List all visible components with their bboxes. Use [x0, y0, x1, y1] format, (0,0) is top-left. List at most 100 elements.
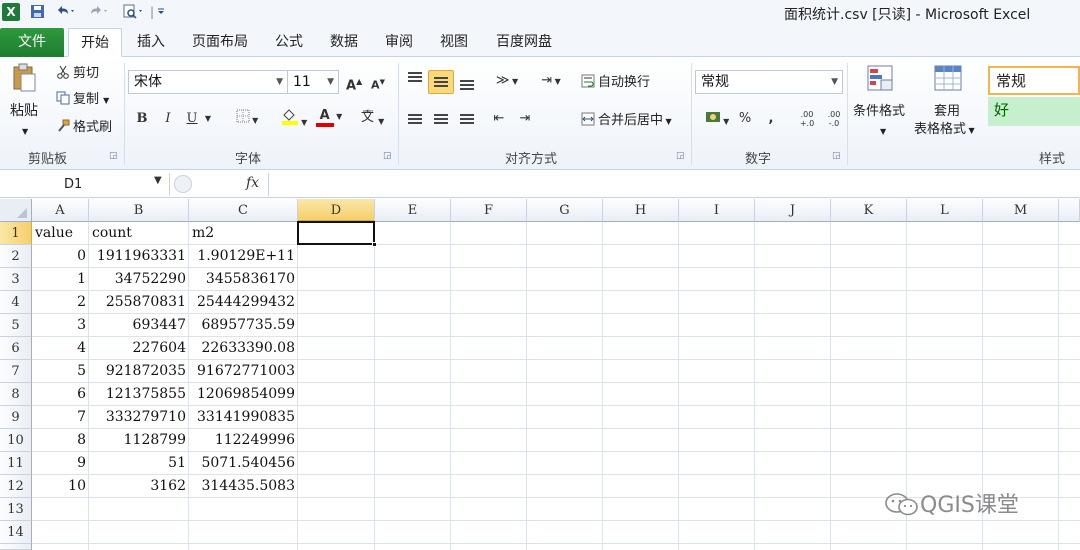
increase-decimal-button[interactable]: .00 +.0 [795, 110, 819, 128]
tab-baidu-netdisk[interactable]: 百度网盘 [488, 28, 560, 57]
tab-view[interactable]: 视图 [431, 28, 477, 57]
table-cell[interactable]: 2 [32, 291, 89, 313]
row-header[interactable]: 8 [0, 383, 32, 406]
chevron-down-icon[interactable]: ▼ [154, 175, 162, 186]
grow-font-button[interactable]: A▲ [346, 73, 362, 95]
align-bottom-button[interactable] [456, 70, 478, 94]
table-cell[interactable]: 3 [32, 314, 89, 336]
align-center-button[interactable] [430, 110, 452, 124]
column-header[interactable]: J [755, 199, 831, 222]
paste-icon[interactable] [12, 63, 38, 97]
table-cell[interactable]: 5 [32, 360, 89, 382]
column-header[interactable]: F [451, 199, 527, 222]
table-cell[interactable]: 8 [32, 429, 89, 451]
row-header[interactable]: 2 [0, 245, 32, 268]
font-launcher-icon[interactable]: ◲ [383, 151, 392, 161]
column-header[interactable]: I [679, 199, 755, 222]
row-header[interactable]: 12 [0, 475, 32, 498]
column-header-selected[interactable]: D [298, 199, 375, 222]
column-header[interactable]: B [89, 199, 189, 222]
table-cell[interactable]: 314435.5083 [189, 475, 298, 497]
table-cell[interactable]: 0 [32, 245, 89, 267]
undo-icon[interactable] [55, 4, 77, 21]
align-top-button[interactable] [404, 70, 426, 94]
tab-home[interactable]: 开始 [68, 28, 122, 57]
table-cell[interactable]: 9 [32, 452, 89, 474]
tab-data[interactable]: 数据 [321, 28, 367, 57]
select-all-corner[interactable] [0, 199, 32, 222]
format-as-table-button[interactable]: 表格格式 ▼ [914, 121, 975, 140]
table-cell[interactable]: 6 [32, 383, 89, 405]
table-cell[interactable]: 68957735.59 [189, 314, 298, 336]
align-right-button[interactable] [456, 110, 478, 124]
column-header[interactable]: K [831, 199, 907, 222]
table-cell[interactable]: 1 [32, 268, 89, 290]
table-format-icon[interactable] [933, 64, 963, 96]
row-header[interactable]: 3 [0, 268, 32, 291]
conditional-formatting-button[interactable]: 条件格式 [853, 103, 905, 121]
table-cell[interactable]: 3162 [89, 475, 189, 497]
alignment-launcher-icon[interactable]: ◲ [676, 151, 685, 161]
active-cell-d1[interactable] [297, 221, 375, 245]
table-cell[interactable]: 1911963331 [89, 245, 189, 267]
print-preview-icon[interactable] [122, 4, 148, 21]
align-middle-button[interactable] [428, 70, 454, 94]
orientation-button[interactable]: ≫ ▼ [490, 72, 524, 91]
table-cell[interactable]: 34752290 [89, 268, 189, 290]
fill-handle[interactable] [372, 242, 377, 247]
redo-icon[interactable] [88, 4, 110, 21]
format-as-table-label-1[interactable]: 套用 [934, 103, 960, 121]
font-size-select[interactable]: 11 ▼ [287, 70, 339, 94]
decrease-decimal-button[interactable]: .00 -.0 [822, 110, 846, 128]
column-header[interactable]: M [983, 199, 1059, 222]
column-header[interactable]: A [32, 199, 89, 222]
comma-style-button[interactable]: , [763, 110, 779, 128]
table-cell[interactable]: 7 [32, 406, 89, 428]
row-header[interactable]: 7 [0, 360, 32, 383]
table-cell[interactable]: 91672771003 [189, 360, 298, 382]
table-cell[interactable]: 1.90129E+11 [189, 245, 298, 267]
row-header[interactable]: 14 [0, 521, 32, 544]
customize-qat-icon[interactable] [156, 4, 166, 21]
table-cell[interactable]: 25444299432 [189, 291, 298, 313]
column-header[interactable]: E [375, 199, 451, 222]
wrap-text-button[interactable]: 自动换行 [581, 74, 650, 92]
table-header-cell[interactable]: value [32, 222, 89, 244]
fill-color-button[interactable]: ▼ [277, 107, 311, 132]
column-header[interactable]: L [907, 199, 983, 222]
row-header[interactable]: 11 [0, 452, 32, 475]
table-cell[interactable]: 112249996 [189, 429, 298, 451]
tab-page-layout[interactable]: 页面布局 [184, 28, 256, 57]
table-cell[interactable]: 693447 [89, 314, 189, 336]
formula-input[interactable] [268, 173, 1078, 196]
table-cell[interactable]: 33141990835 [189, 406, 298, 428]
underline-button[interactable]: U [183, 110, 201, 128]
table-cell[interactable]: 1128799 [89, 429, 189, 451]
table-cell[interactable]: 12069854099 [189, 383, 298, 405]
table-cell[interactable]: 3455836170 [189, 268, 298, 290]
decrease-indent-button[interactable]: ⇤ [488, 110, 510, 128]
format-painter-button[interactable]: 格式刷 [56, 119, 112, 137]
row-header[interactable]: 6 [0, 337, 32, 360]
percent-button[interactable]: % [737, 110, 753, 128]
style-good[interactable]: 好 [988, 97, 1080, 126]
row-header[interactable]: 10 [0, 429, 32, 452]
name-box[interactable]: D1 [2, 173, 170, 196]
table-header-cell[interactable]: count [89, 222, 189, 244]
merge-center-button[interactable]: 合并后居中 ▼ [581, 112, 672, 131]
table-cell[interactable]: 227604 [89, 337, 189, 359]
table-cell[interactable]: 255870831 [89, 291, 189, 313]
copy-button[interactable]: 复制 ▼ [56, 91, 109, 110]
row-header-selected[interactable]: 1 [0, 222, 32, 245]
shrink-font-button[interactable]: A▼ [370, 73, 386, 95]
borders-button[interactable]: ▼ [232, 109, 262, 130]
save-icon[interactable] [30, 4, 45, 21]
table-cell[interactable]: 921872035 [89, 360, 189, 382]
cut-button[interactable]: 剪切 [56, 65, 99, 83]
phonetic-guide-button[interactable]: 文 wén ▼ [357, 108, 387, 131]
table-cell[interactable]: 333279710 [89, 406, 189, 428]
table-cell[interactable]: 10 [32, 475, 89, 497]
column-header[interactable]: C [189, 199, 298, 222]
row-header[interactable]: 13 [0, 498, 32, 521]
increase-indent-button[interactable]: ⇥ [514, 110, 536, 128]
